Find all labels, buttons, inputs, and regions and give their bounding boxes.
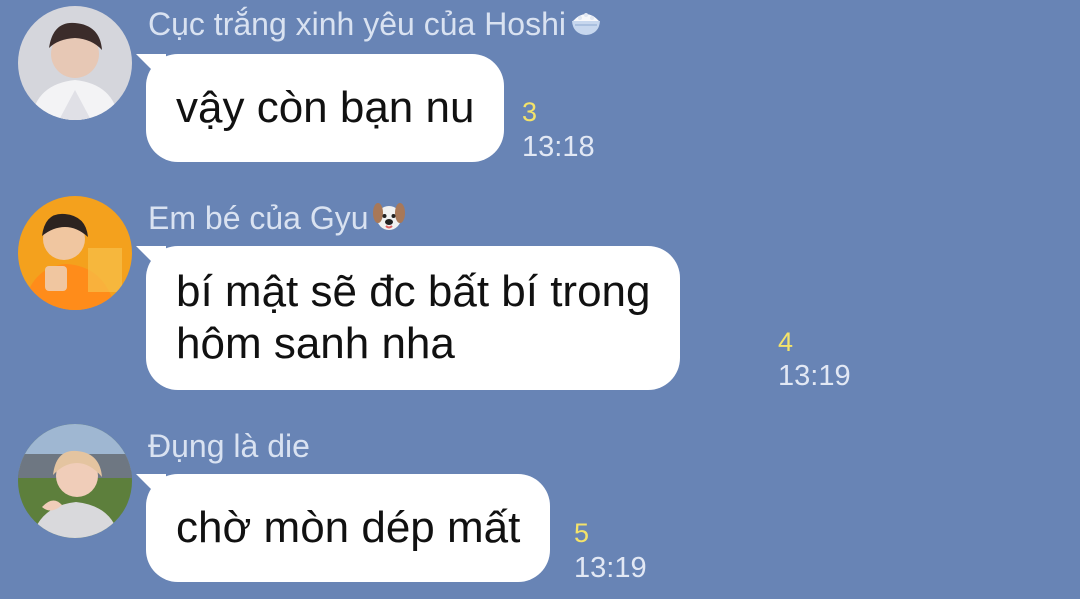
sender-avatar[interactable] (18, 196, 132, 310)
message-bubble[interactable]: chờ mòn dép mất (135, 474, 551, 582)
avatar-photo (18, 424, 132, 538)
avatar-photo (18, 196, 132, 310)
sender-avatar[interactable] (18, 424, 132, 538)
sender-avatar[interactable] (18, 6, 132, 120)
message-time: 13:19 (574, 552, 647, 584)
avatar-photo (18, 6, 132, 120)
message-time: 13:18 (522, 131, 595, 163)
message-text: chờ mòn dép mất (176, 503, 521, 552)
sender-name: Cục trắng xinh yêu của Hoshi (148, 4, 604, 44)
dog-face-icon (371, 198, 407, 234)
read-count: 5 (574, 518, 590, 548)
sender-name: Em bé của Gyu (148, 198, 407, 238)
message-text-line: hôm sanh nha (176, 319, 455, 368)
sender-name: Đụng là die (148, 428, 310, 464)
read-count: 4 (778, 327, 794, 357)
chat-message-list: Cục trắng xinh yêu của Hoshi vậy còn bạn… (0, 0, 1080, 599)
message-bubble[interactable]: bí mật sẽ đc bất bí trong hôm sanh nha (135, 246, 681, 390)
rice-bowl-icon (568, 4, 604, 40)
message-time: 13:19 (778, 360, 851, 392)
read-count: 3 (522, 97, 538, 127)
message-text-line: bí mật sẽ đc bất bí trong (176, 267, 651, 316)
message-text: vậy còn bạn nu (176, 83, 475, 132)
message-bubble[interactable]: vậy còn bạn nu (135, 54, 505, 162)
